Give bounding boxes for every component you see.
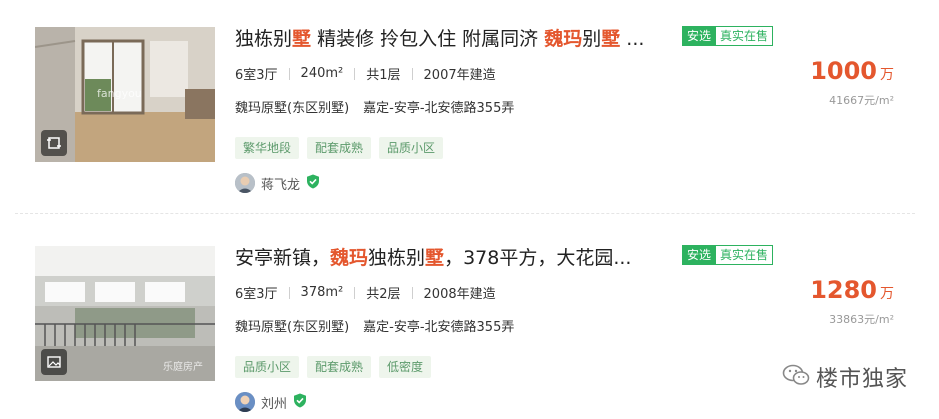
district-link[interactable]: 嘉定-安亭-北安德路355弄 — [363, 316, 514, 335]
tag: 低密度 — [379, 356, 432, 378]
title-text: ... — [620, 28, 645, 50]
badge-anxuan: 安选 — [682, 26, 717, 46]
tag: 品质小区 — [235, 356, 300, 378]
listing-tags: 繁华地段 配套成熟 品质小区 — [235, 137, 451, 159]
title-text: 别 — [582, 28, 602, 50]
title-text: 独栋别 — [368, 247, 426, 269]
unit-price: 33863元/m² — [829, 313, 894, 326]
meta-divider — [354, 67, 356, 80]
price-value: 1280 — [810, 276, 877, 304]
meta-floors: 共1层 — [366, 68, 401, 83]
listing-address: 魏玛原墅(东区别墅) 嘉定-安亭-北安德路355弄 — [235, 316, 514, 335]
listing-meta: 6室3厅 378m² 共2层 2008年建造 — [235, 283, 496, 302]
badge-anxuan: 安选 — [682, 245, 717, 265]
listing-tags: 品质小区 配套成熟 低密度 — [235, 356, 439, 378]
meta-year: 2007年建造 — [423, 68, 496, 83]
title-highlight: 墅 — [425, 247, 445, 269]
listing-meta: 6室3厅 240m² 共1层 2007年建造 — [235, 64, 496, 83]
meta-divider — [411, 67, 413, 80]
verified-badge: 安选 真实在售 — [682, 245, 774, 265]
meta-layout: 6室3厅 — [235, 68, 278, 83]
listing-address: 魏玛原墅(东区别墅) 嘉定-安亭-北安德路355弄 — [235, 97, 514, 116]
price-unit: 万 — [880, 286, 894, 302]
title-highlight: 墅 — [292, 28, 312, 50]
wechat-account-logo: 楼市独家 — [782, 361, 908, 393]
listing-title[interactable]: 安亭新镇，魏玛独栋别墅，378平方，大花园... — [235, 245, 665, 271]
tag: 繁华地段 — [235, 137, 300, 159]
title-text: ，378平方，大花园... — [444, 247, 632, 269]
verified-shield-icon — [306, 174, 320, 193]
meta-year: 2008年建造 — [423, 287, 496, 302]
agent-avatar[interactable] — [235, 392, 255, 412]
meta-divider — [288, 286, 290, 299]
agent-name[interactable]: 刘州 — [261, 393, 287, 412]
photo-watermark: 乐庭房产 — [163, 362, 203, 373]
price-unit: 万 — [880, 67, 894, 83]
meta-divider — [354, 286, 356, 299]
tag: 配套成熟 — [307, 137, 372, 159]
agent-info[interactable]: 刘州 — [235, 392, 307, 412]
agent-info[interactable]: 蒋飞龙 — [235, 173, 320, 193]
meta-area: 240m² — [300, 66, 344, 81]
meta-floors: 共2层 — [366, 287, 401, 302]
meta-area: 378m² — [300, 285, 344, 300]
verified-shield-icon — [293, 393, 307, 412]
photo-gallery-icon[interactable] — [41, 130, 67, 156]
listing-photo[interactable]: fangyou — [35, 27, 215, 162]
total-price: 1000 万 — [810, 57, 894, 85]
title-text: 安亭新镇， — [235, 247, 331, 269]
unit-price: 41667元/m² — [829, 94, 894, 107]
meta-layout: 6室3厅 — [235, 287, 278, 302]
community-link[interactable]: 魏玛原墅(东区别墅) — [235, 316, 349, 335]
badge-real-on-sale: 真实在售 — [716, 245, 774, 265]
listing-card-1[interactable]: fangyou 独栋别墅 精装修 拎包入住 附属同济 魏玛别墅 ... 安选 真… — [0, 24, 939, 214]
tag: 品质小区 — [379, 137, 444, 159]
photo-gallery-icon[interactable] — [41, 349, 67, 375]
listing-divider — [15, 213, 915, 214]
wechat-icon — [782, 363, 810, 391]
title-highlight: 魏玛 — [544, 28, 583, 50]
total-price: 1280 万 — [810, 276, 894, 304]
badge-real-on-sale: 真实在售 — [716, 26, 774, 46]
listing-photo[interactable]: 乐庭房产 — [35, 246, 215, 381]
meta-divider — [288, 67, 290, 80]
tag: 配套成熟 — [307, 356, 372, 378]
account-name: 楼市独家 — [816, 367, 909, 392]
title-highlight: 墅 — [601, 28, 621, 50]
title-text: 精装修 拎包入住 附属同济 — [311, 28, 545, 50]
meta-divider — [411, 286, 413, 299]
title-text: 独栋别 — [235, 28, 293, 50]
title-highlight: 魏玛 — [330, 247, 369, 269]
agent-name[interactable]: 蒋飞龙 — [261, 174, 300, 193]
community-link[interactable]: 魏玛原墅(东区别墅) — [235, 97, 349, 116]
district-link[interactable]: 嘉定-安亭-北安德路355弄 — [363, 97, 514, 116]
price-value: 1000 — [810, 57, 877, 85]
verified-badge: 安选 真实在售 — [682, 26, 774, 46]
listing-title[interactable]: 独栋别墅 精装修 拎包入住 附属同济 魏玛别墅 ... — [235, 26, 665, 52]
agent-avatar[interactable] — [235, 173, 255, 193]
photo-watermark: fangyou — [97, 87, 142, 100]
